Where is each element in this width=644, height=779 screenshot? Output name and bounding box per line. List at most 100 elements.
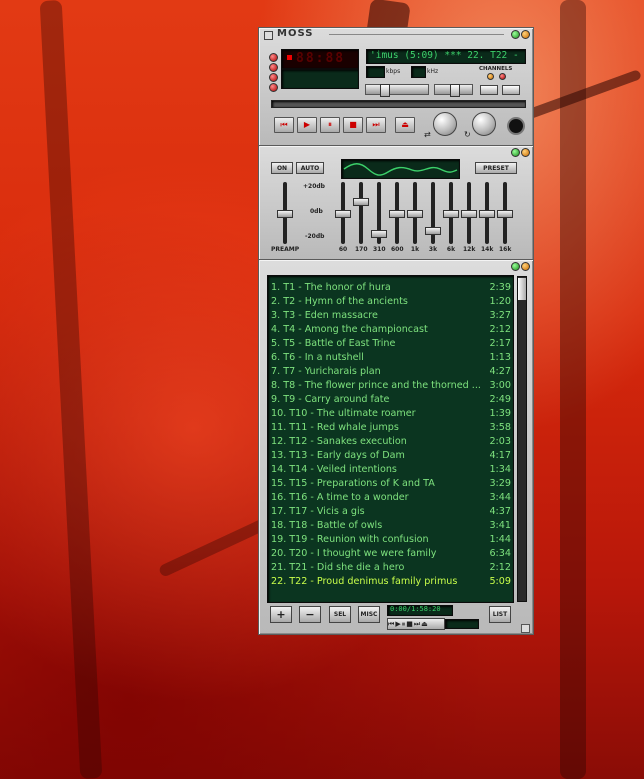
db-minus-label: -20db [305, 233, 325, 240]
track-duration: 4:37 [489, 506, 511, 517]
repeat-knob[interactable] [472, 112, 496, 136]
headphones-icon[interactable] [507, 117, 525, 135]
eq-auto-button[interactable]: AUTO [296, 162, 324, 174]
track-duration: 1:39 [489, 408, 511, 419]
track-title: 10. T10 - The ultimate roamer [271, 408, 416, 419]
misc-button[interactable]: MISC [358, 606, 380, 623]
playlist-row[interactable]: 1. T1 - The honor of hura 2:39 [271, 281, 511, 295]
eq-band-thumb[interactable] [479, 210, 495, 218]
playlist-row[interactable]: 6. T6 - In a nutshell 1:13 [271, 351, 511, 365]
mini-stop-icon[interactable]: ■ [406, 620, 414, 628]
eq-band-slider-6k[interactable] [443, 182, 459, 244]
select-button[interactable]: SEL [329, 606, 351, 623]
visualizer [281, 69, 359, 89]
playlist-row[interactable]: 20. T20 - I thought we were family 6:34 [271, 547, 511, 561]
close-icon[interactable] [521, 30, 530, 39]
play-button[interactable]: ▶ [297, 117, 317, 133]
playlist-row[interactable]: 19. T19 - Reunion with confusion 1:44 [271, 533, 511, 547]
track-duration: 2:03 [489, 436, 511, 447]
playlist-row[interactable]: 17. T17 - Vicis a gis 4:37 [271, 505, 511, 519]
khz-label: kHz [427, 68, 439, 75]
playlist-row[interactable]: 2. T2 - Hymn of the ancients 1:20 [271, 295, 511, 309]
options-icon[interactable] [269, 53, 278, 62]
eq-band-slider-16k[interactable] [497, 182, 513, 244]
eq-band-thumb[interactable] [371, 229, 387, 238]
track-duration: 6:34 [489, 548, 511, 559]
eq-band-thumb[interactable] [443, 210, 459, 218]
eq-on-button[interactable]: ON [271, 162, 293, 174]
pause-button[interactable]: ⏸ [320, 117, 340, 133]
balance-slider[interactable] [434, 84, 473, 97]
track-duration: 3:00 [489, 380, 511, 391]
remove-button[interactable]: − [299, 606, 321, 623]
eq-band-slider-170[interactable] [353, 182, 369, 244]
eq-toggle-button[interactable] [480, 85, 498, 95]
playlist-row[interactable]: 14. T14 - Veiled intentions 1:34 [271, 463, 511, 477]
eq-band-thumb[interactable] [335, 210, 351, 218]
eq-band-thumb[interactable] [389, 210, 405, 218]
resize-handle[interactable] [521, 624, 530, 633]
playlist-row[interactable]: 13. T13 - Early days of Dam 4:17 [271, 449, 511, 463]
eq-band-slider-12k[interactable] [461, 182, 477, 244]
shuffle-knob[interactable] [433, 112, 457, 136]
doublesize-icon[interactable] [269, 83, 278, 92]
mini-seek[interactable] [445, 619, 479, 629]
playlist-row[interactable]: 7. T7 - Yuricharais plan 4:27 [271, 365, 511, 379]
eq-band-thumb[interactable] [497, 210, 513, 218]
mini-eject-icon[interactable]: ⏏ [421, 620, 429, 628]
eq-band-label: 170 [355, 246, 368, 253]
playlist-toggle-button[interactable] [502, 85, 520, 95]
previous-button[interactable]: ⏮ [274, 117, 294, 133]
always-on-top-icon[interactable] [269, 63, 278, 72]
playlist-row[interactable]: 22. T22 - Proud denimus family primus 5:0… [271, 575, 511, 589]
playlist-row[interactable]: 3. T3 - Eden massacre 3:27 [271, 309, 511, 323]
playlist-row[interactable]: 16. T16 - A time to a wonder 3:44 [271, 491, 511, 505]
track-duration: 5:09 [489, 576, 511, 587]
list-button[interactable]: LIST [489, 606, 511, 623]
eq-band-slider-600[interactable] [389, 182, 405, 244]
stop-icon: ■ [349, 120, 357, 129]
playlist-row[interactable]: 8. T8 - The flower prince and the thorne… [271, 379, 511, 393]
playlist-scrollbar[interactable] [517, 276, 527, 602]
preamp-slider[interactable] [277, 182, 293, 244]
next-button[interactable]: ⏭ [366, 117, 386, 133]
eq-band-thumb[interactable] [461, 210, 477, 218]
playlist-row[interactable]: 18. T18 - Battle of owls 3:41 [271, 519, 511, 533]
eq-minimize-icon[interactable] [511, 148, 520, 157]
playlist-row[interactable]: 21. T21 - Did she die a hero 2:12 [271, 561, 511, 575]
playlist-row[interactable]: 9. T9 - Carry around fate 2:49 [271, 393, 511, 407]
menu-icon[interactable] [264, 31, 273, 40]
eq-band-thumb[interactable] [407, 210, 423, 218]
pl-close-icon[interactable] [521, 262, 530, 271]
playlist-scroll-thumb[interactable] [518, 278, 526, 300]
minimize-icon[interactable] [511, 30, 520, 39]
track-duration: 4:27 [489, 366, 511, 377]
eq-close-icon[interactable] [521, 148, 530, 157]
eq-band-slider-14k[interactable] [479, 182, 495, 244]
playlist-row[interactable]: 15. T15 - Preparations of K and TA 3:29 [271, 477, 511, 491]
preamp-label: PREAMP [271, 246, 300, 253]
eq-band-slider-310[interactable] [371, 182, 387, 244]
eq-band-slider-60[interactable] [335, 182, 351, 244]
eq-band-slider-3k[interactable] [425, 182, 441, 244]
track-title: 15. T15 - Preparations of K and TA [271, 478, 435, 489]
playlist-row[interactable]: 12. T12 - Sanakes execution 2:03 [271, 435, 511, 449]
eq-preset-button[interactable]: PRESET [475, 162, 517, 174]
add-button[interactable]: + [270, 606, 292, 623]
volume-slider[interactable] [365, 84, 429, 97]
pause-icon: ⏸ [328, 120, 332, 129]
pl-minimize-icon[interactable] [511, 262, 520, 271]
eq-band-thumb[interactable] [425, 226, 441, 235]
seek-bar[interactable] [271, 100, 526, 108]
eject-button[interactable]: ⏏ [395, 117, 415, 133]
track-duration: 2:12 [489, 324, 511, 335]
eq-band-slider-1k[interactable] [407, 182, 423, 244]
playlist-row[interactable]: 11. T11 - Red whale jumps 3:58 [271, 421, 511, 435]
stop-button[interactable]: ■ [343, 117, 363, 133]
playlist-row[interactable]: 4. T4 - Among the championcast 2:12 [271, 323, 511, 337]
file-info-icon[interactable] [269, 73, 278, 82]
playlist-row[interactable]: 5. T5 - Battle of East Trine 2:17 [271, 337, 511, 351]
eq-band-thumb[interactable] [353, 197, 369, 206]
shuffle-icon: ⇄ [424, 130, 431, 139]
playlist-row[interactable]: 10. T10 - The ultimate roamer 1:39 [271, 407, 511, 421]
